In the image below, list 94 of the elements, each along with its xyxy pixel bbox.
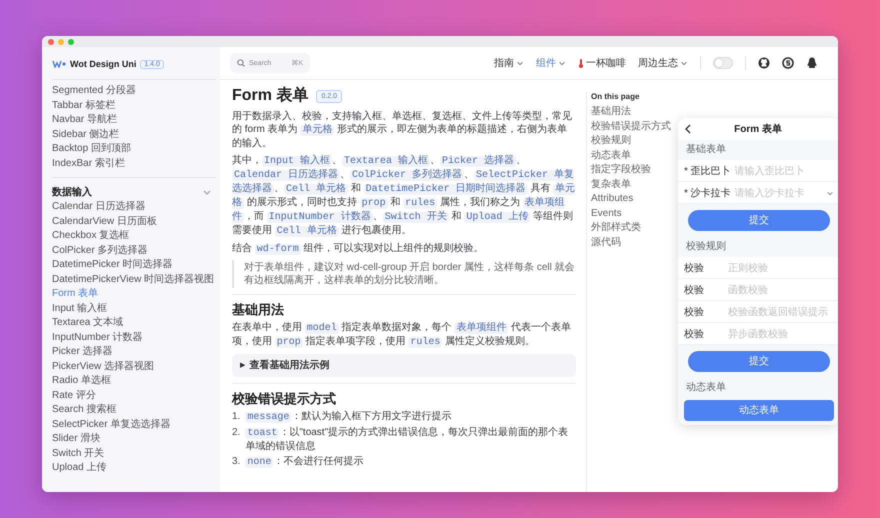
sidebar-item[interactable]: Textarea 文本域 [52, 316, 216, 330]
sidebar-item[interactable]: SelectPicker 单复选选择器 [52, 418, 216, 432]
chevron-down-icon [516, 59, 524, 67]
form-row[interactable]: * 歪比巴卜 请输入歪比巴卜 [678, 160, 838, 182]
sidebar-item[interactable]: CalendarView 日历面板 [52, 214, 216, 229]
submit-button[interactable]: 动态表单 [684, 400, 834, 421]
toc-link[interactable]: 校验规则 [591, 134, 675, 148]
sidebar-item[interactable]: DatetimePickerView 时间选择器视图 [52, 272, 216, 287]
field-label: 校验 [684, 284, 705, 296]
paragraph: 结合 wd-form 组件，可以实现对以上组件的规则校验。 [232, 242, 485, 256]
form-row[interactable]: 校验 异步函数校验 [678, 323, 838, 345]
section-heading: 校验错误提示方式 [232, 383, 576, 407]
list-number: 2. [232, 426, 240, 440]
toc-link[interactable]: Events [591, 206, 675, 221]
nav-link[interactable]: 周边生态 [638, 56, 688, 70]
sidebar-item[interactable]: Switch 开关 [52, 446, 216, 461]
close-button[interactable] [48, 38, 54, 44]
sidebar-item[interactable]: InputNumber 计数器 [52, 330, 216, 345]
toc-link[interactable]: 复杂表单 [591, 178, 675, 192]
sidebar-item[interactable]: Picker 选择器 [52, 345, 216, 360]
field-placeholder: 校验函数返回错误提示 [728, 306, 829, 318]
list-item-text: toast ：以"toast"提示的方式弹出错误信息，每次只弹出最前面的那个表单域的错误信息 [245, 426, 570, 453]
toc-link[interactable]: 校验错误提示方式 [591, 120, 675, 134]
site-title[interactable]: Wot Design Uni [70, 59, 136, 69]
theme-switch[interactable] [713, 57, 733, 69]
search-icon [237, 59, 245, 67]
sidebar-item[interactable]: Tabbar 标签栏 [52, 98, 216, 113]
penguin-icon[interactable] [806, 57, 818, 69]
toc-link[interactable]: 源代码 [591, 236, 675, 250]
submit-button[interactable]: 提交 [688, 210, 830, 231]
field-placeholder: 异步函数校验 [728, 328, 789, 340]
paragraph: 其中， Input 输入框 、 Textarea 输入框 、 Picker 选择器 、 Calendar 日历选择器 、 ColPicker 多列选择器 、 SelectPicker 单复选选择器 、 Cell 单元格 和 DatetimePicker 日期时间选择器 具有 单元格 的展示形式，同时也支持 prop 和 rules 属性，我们称之为 表单项组件 ，而 InputNumber 计数器 、 Switch 开关 和 Upload 上传 等组件则需要使用 Cell 单元格 进行包裹使用。 [232, 154, 576, 238]
submit-button[interactable]: 提交 [688, 351, 830, 372]
sidebar-item[interactable]: Slider 滑块 [52, 432, 216, 446]
blockquote: 对于表单组件，建议对 wd-cell-group 开启 border 属性，这样每条 cell 就会有边框线隔离开，这样表单的划分比较清晰。 [232, 260, 576, 288]
sidebar-item[interactable]: Upload 上传 [52, 461, 216, 476]
field-placeholder: 正则校验 [728, 262, 769, 274]
nav-link[interactable]: 一杯咖啡 [578, 56, 626, 70]
section-label: 基础表单 [685, 142, 727, 157]
cat-logo-icon[interactable] [758, 57, 770, 69]
chevron-down-icon [680, 59, 688, 67]
paragraph: 用于数据录入、校验，支持输入框、单选框、复选框、文件上传等类型，常见的 form 表单为 单元格 形式的展示，即左侧为表单的标题描述，右侧为表单的输入。 [232, 110, 573, 150]
field-label: 校验 [684, 328, 705, 340]
nav-link[interactable]: 组件 [536, 56, 566, 70]
section-label: 动态表单 [685, 380, 727, 395]
field-placeholder: 函数校验 [728, 284, 769, 296]
form-row[interactable]: * 沙卡拉卡 请输入沙卡拉卡 [678, 182, 838, 204]
logo-icon [52, 60, 66, 68]
sidebar-group-heading[interactable]: 数据输入 [52, 184, 216, 200]
page-title: Form 表单 [232, 86, 308, 106]
toc-link[interactable]: Attributes [591, 192, 675, 206]
field-label: 校验 [684, 306, 705, 318]
back-icon[interactable] [684, 124, 692, 134]
sidebar-item[interactable]: DatetimePicker 时间选择器 [52, 258, 216, 272]
field-label: * 歪比巴卜 [684, 164, 731, 178]
sidebar-item[interactable]: Sidebar 侧边栏 [52, 128, 216, 142]
sidebar-item[interactable]: Search 搜索框 [52, 403, 216, 418]
sidebar-item[interactable]: Input 输入框 [52, 302, 216, 316]
list-item-text: none ：不会进行任何提示 [245, 455, 364, 469]
toc-title: On this page [591, 92, 640, 101]
toc-link[interactable]: 外部样式类 [591, 221, 675, 236]
sidebar-item[interactable]: ColPicker 多列选择器 [52, 244, 216, 258]
toc-link[interactable]: 指定字段校验 [591, 163, 675, 178]
circled-letter-icon[interactable] [782, 57, 794, 69]
cup-icon [578, 58, 584, 68]
section-heading: 基础用法 [232, 294, 576, 318]
sidebar-item[interactable]: IndexBar 索引栏 [52, 156, 216, 171]
sidebar-item[interactable]: Navbar 导航栏 [52, 113, 216, 128]
sidebar-item[interactable]: Segmented 分段器 [52, 84, 216, 98]
form-row[interactable]: 校验 正则校验 [678, 257, 838, 279]
sidebar-item[interactable]: Radio 单选框 [52, 374, 216, 388]
field-label: * 沙卡拉卡 [684, 186, 731, 200]
section-label: 校验规则 [685, 240, 727, 254]
sidebar-item[interactable]: Calendar 日历选择器 [52, 200, 216, 214]
paragraph: 在表单中，使用 model 指定表单数据对象，每个 表单项组件 代表一个表单项，使用 prop 指定表单项字段，使用 rules 属性定义校验规则。 [232, 321, 572, 349]
group-title: 数据输入 [52, 186, 92, 199]
sidebar-item[interactable]: PickerView 选择器视图 [52, 360, 216, 374]
phone-title: Form 表单 [733, 122, 783, 136]
field-placeholder: 请输入沙卡拉卡 [734, 186, 806, 200]
chevron-down-icon [558, 59, 566, 67]
field-placeholder: 请输入歪比巴卜 [734, 164, 806, 178]
sidebar-item[interactable]: Checkbox 复选框 [52, 229, 216, 244]
toc-link[interactable]: 动态表单 [591, 148, 675, 163]
list-item-text: message ：默认为输入框下方用文字进行提示 [245, 410, 452, 424]
list-number: 1. [232, 410, 240, 424]
list-number: 3. [232, 455, 240, 469]
sidebar-item[interactable]: Backtop 回到顶部 [52, 142, 216, 156]
form-row[interactable]: 校验 校验函数返回错误提示 [678, 301, 838, 323]
form-row[interactable]: 校验 函数校验 [678, 279, 838, 301]
toc-link[interactable]: 基础用法 [591, 105, 675, 120]
sidebar-item[interactable]: Rate 评分 [52, 388, 216, 403]
toggle-label: 查看基础用法示例 [249, 359, 330, 372]
nav-link[interactable]: 指南 [494, 56, 524, 70]
field-label: 校验 [684, 262, 705, 274]
